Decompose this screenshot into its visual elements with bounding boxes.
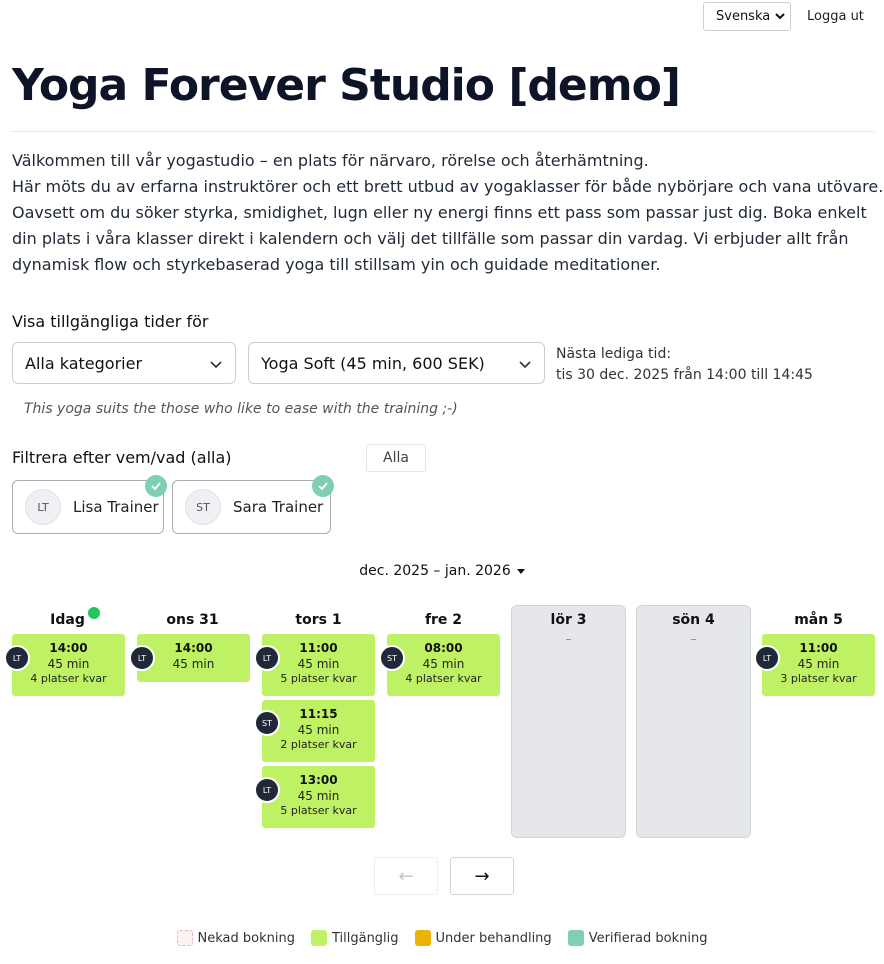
avatar: ST [185,489,221,525]
previous-week-button[interactable]: ← [374,857,438,895]
legend-item-verified: Verifierad bokning [567,930,708,946]
trainer-badge: ST [254,710,280,736]
legend-swatch [567,930,584,946]
no-slots-dash: – [565,632,572,646]
date-range-label: dec. 2025 – jan. 2026 [359,563,511,579]
time-slot[interactable]: 11:15 45 min 2 platser kvar [262,700,375,762]
legend-item-available: Tillgänglig [310,930,399,946]
legend-swatch [176,930,193,946]
day-header: tors 1 [295,612,342,628]
divider [12,131,875,132]
chevron-down-icon [775,13,785,20]
trainer-badge: LT [254,777,280,803]
legend-label: Tillgänglig [331,930,399,946]
show-times-label: Visa tillgängliga tider för [12,312,209,331]
day-header: sön 4 [672,612,715,628]
slot-places: 3 platser kvar [780,672,857,685]
language-select-value: Svenska [716,9,771,24]
avatar: LT [25,489,61,525]
no-slots-dash: – [690,632,697,646]
check-icon [145,475,167,497]
day-header: Idag [50,612,85,628]
intro-line: Välkommen till vår yogastudio – en plats… [12,151,649,170]
trainer-badge: LT [129,645,155,671]
legend-label: Under behandling [435,930,552,946]
next-free-value: tis 30 dec. 2025 från 14:00 till 14:45 [556,367,813,383]
legend-label: Verifierad bokning [588,930,708,946]
legend-item-declined: Nekad bokning [176,930,295,946]
service-select[interactable]: Yoga Soft (45 min, 600 SEK) [248,342,545,384]
legend-item-pending: Under behandling [414,930,552,946]
page-title: Yoga Forever Studio [demo] [12,60,681,111]
slot-places: 2 platser kvar [280,738,357,751]
category-select[interactable]: Alla kategorier [12,342,236,384]
intro-text: Välkommen till vår yogastudio – en plats… [12,148,884,278]
language-select[interactable]: Svenska [703,2,791,31]
trainer-card-sara[interactable]: ST Sara Trainer [172,475,334,534]
trainer-name: Lisa Trainer [73,498,159,516]
top-bar: Svenska Logga ut [0,0,884,34]
date-range-selector[interactable]: dec. 2025 – jan. 2026 [0,563,884,579]
filter-label: Filtrera efter vem/vad (alla) [12,448,232,467]
day-header: mån 5 [794,612,843,628]
next-week-button[interactable]: → [450,857,514,895]
legend-swatch [414,930,431,946]
legend-label: Nekad bokning [197,930,295,946]
intro-line: Här möts du av erfarna instruktörer och … [12,177,884,196]
time-slot[interactable]: 11:00 45 min 3 platser kvar [762,634,875,696]
slot-places: 4 platser kvar [30,672,107,685]
check-icon [312,475,334,497]
slot-places: 5 platser kvar [280,804,357,817]
intro-line: din plats i våra klasser direkt i kalend… [12,229,849,248]
time-slot[interactable]: 13:00 45 min 5 platser kvar [262,766,375,828]
chevron-down-icon [210,361,222,369]
chevron-down-icon [519,361,531,369]
day-header: ons 31 [166,612,219,628]
slot-places: 4 platser kvar [405,672,482,685]
trainer-badge: LT [254,645,280,671]
caret-down-icon [516,568,525,574]
service-select-value: Yoga Soft (45 min, 600 SEK) [261,353,485,373]
select-all-button[interactable]: Alla [366,444,426,472]
service-description: This yoga suits the those who like to ea… [24,401,458,417]
day-header: lör 3 [550,612,587,628]
trainer-badge: LT [4,645,30,671]
time-slot[interactable]: 14:00 45 min 4 platser kvar [12,634,125,696]
trainer-badge: LT [754,645,780,671]
category-select-value: Alla kategorier [25,353,143,373]
trainer-badge: ST [379,645,405,671]
trainer-card-lisa[interactable]: LT Lisa Trainer [12,475,167,534]
today-indicator [88,607,100,619]
legend-swatch [310,930,327,946]
intro-line: dynamisk flow och styrkebaserad yoga til… [12,255,661,274]
time-slot[interactable]: 08:00 45 min 4 platser kvar [387,634,500,696]
day-header: fre 2 [424,612,463,628]
logout-link[interactable]: Logga ut [807,9,864,24]
trainer-name: Sara Trainer [233,498,324,516]
next-free-time: Nästa lediga tid: tis 30 dec. 2025 från … [556,344,813,386]
intro-line: Oavsett om du söker styrka, smidighet, l… [12,203,867,222]
slot-places: 5 platser kvar [280,672,357,685]
next-free-label: Nästa lediga tid: [556,346,672,362]
legend: Nekad bokning Tillgänglig Under behandli… [0,930,884,946]
time-slot[interactable]: 11:00 45 min 5 platser kvar [262,634,375,696]
